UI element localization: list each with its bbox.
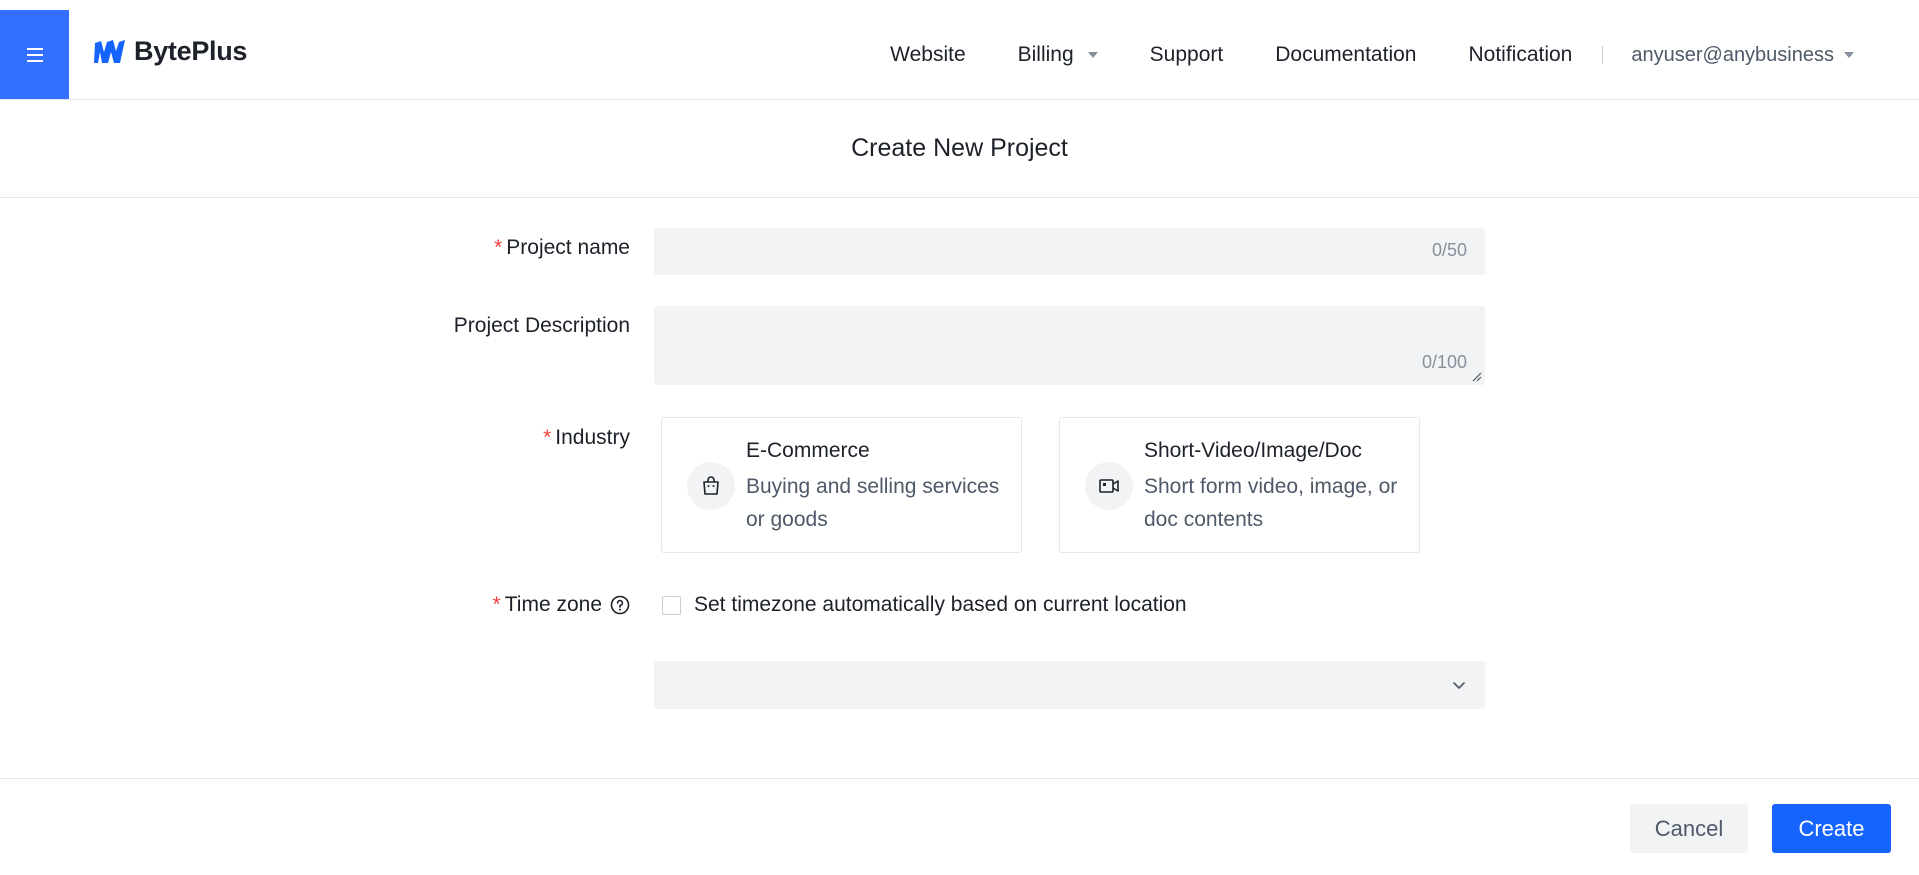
industry-option-ecommerce[interactable]: E-Commerce Buying and selling services o… [661,417,1022,553]
top-nav: Website Billing Support Documentation No… [890,40,1854,70]
resize-handle-icon[interactable] [1470,370,1482,382]
nav-support-label: Support [1149,43,1224,66]
auto-timezone-label: Set timezone automatically based on curr… [694,593,1187,616]
project-name-input[interactable]: 0/50 [654,228,1485,275]
brand-name: BytePlus [134,36,248,66]
time-zone-label: * Time zone [493,593,630,617]
form-footer: Cancel Create [0,778,1919,875]
nav-documentation-label: Documentation [1275,43,1417,66]
create-button[interactable]: Create [1772,804,1891,853]
ecommerce-description: Buying and selling services or goods [746,475,1000,531]
project-name-label-text: Project name [506,236,630,259]
chevron-down-icon [1453,682,1465,689]
industry-label-text: Industry [555,426,630,449]
project-name-label: * Project name [494,236,630,260]
nav-support[interactable]: Support [1150,43,1224,67]
nav-billing-label: Billing [1017,43,1074,66]
cancel-button[interactable]: Cancel [1630,804,1748,853]
help-question-icon[interactable] [610,595,630,615]
byteplus-logo-icon [94,39,125,63]
auto-timezone-checkbox[interactable] [662,596,681,615]
nav-documentation[interactable]: Documentation [1275,43,1416,67]
project-description-label: Project Description [454,314,630,338]
required-marker: * [494,236,503,259]
page-title-bar: Create New Project [0,100,1919,198]
page-title: Create New Project [851,134,1068,162]
short-video-title: Short-Video/Image/Doc [1144,439,1362,462]
time-zone-label-text: Time zone [504,593,602,616]
user-account-menu[interactable]: anyuser@anybusiness [1631,44,1854,67]
hamburger-menu-button[interactable] [0,10,69,99]
video-camera-icon [1099,479,1119,493]
project-name-counter: 0/50 [1431,240,1467,260]
caret-down-icon [1087,52,1098,58]
short-video-icon-wrap [1085,462,1133,510]
required-marker: * [492,593,501,616]
project-description-counter: 0/100 [1421,352,1467,372]
nav-notification[interactable]: Notification [1468,43,1572,67]
industry-option-short-video[interactable]: Short-Video/Image/Doc Short form video, … [1059,417,1420,553]
nav-notification-label: Notification [1468,43,1573,66]
hamburger-menu-icon [26,47,43,62]
ecommerce-icon-wrap [687,462,735,510]
caret-down-icon [1844,52,1854,58]
top-header: BytePlus Website Billing Support Documen… [0,0,1919,100]
user-email: anyuser@anybusiness [1631,43,1834,66]
ecommerce-title: E-Commerce [746,439,870,462]
nav-divider [1602,46,1604,64]
industry-label: * Industry [543,426,630,450]
project-description-textarea[interactable]: 0/100 [654,306,1485,385]
brand-logo[interactable]: BytePlus [94,36,247,67]
short-video-description: Short form video, image, or doc contents [1144,475,1398,531]
nav-website[interactable]: Website [890,43,965,67]
project-description-label-text: Project Description [453,314,630,337]
nav-website-label: Website [890,43,966,66]
nav-billing[interactable]: Billing [1018,43,1098,67]
required-marker: * [543,426,552,449]
shopping-bag-icon [703,476,719,495]
time-zone-select[interactable] [654,661,1485,709]
